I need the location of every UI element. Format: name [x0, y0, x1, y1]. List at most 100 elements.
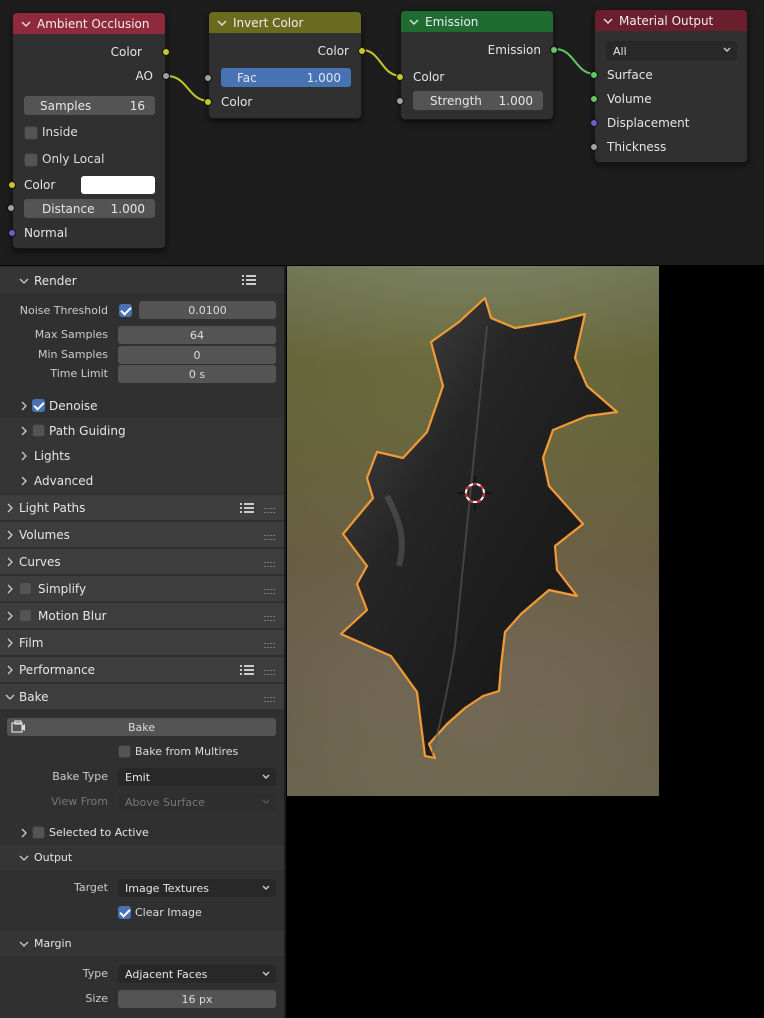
chevron-right-icon	[18, 425, 30, 437]
time-limit-field[interactable]: 0 s	[118, 365, 276, 383]
margin-subpanel-label: Margin	[34, 937, 72, 950]
volumes-panel-header[interactable]: Volumes	[0, 522, 284, 547]
bake-panel-header[interactable]: Bake	[0, 684, 284, 709]
ao-inside-checkbox[interactable]	[24, 126, 38, 140]
ao-normal-socket[interactable]	[8, 229, 16, 237]
path-guiding-subpanel-header[interactable]: Path Guiding	[0, 418, 284, 443]
list-icon[interactable]	[240, 664, 254, 676]
drag-grip-icon[interactable]	[264, 639, 276, 648]
ambient-occlusion-node[interactable]: Ambient Occlusion Color AO Samples 16 In…	[7, 12, 170, 249]
output-subpanel-header[interactable]: Output	[0, 845, 284, 870]
advanced-subpanel-header[interactable]: Advanced	[0, 468, 284, 493]
invert-node-header[interactable]: Invert Color	[209, 12, 361, 33]
margin-subpanel-header[interactable]: Margin	[0, 931, 284, 956]
chevron-right-icon	[18, 450, 30, 462]
drag-grip-icon[interactable]	[264, 585, 276, 594]
path-guiding-checkbox[interactable]	[32, 424, 45, 437]
bake-from-multires-checkbox[interactable]	[118, 745, 131, 758]
max-samples-field[interactable]: 64	[118, 326, 276, 344]
simplify-checkbox[interactable]	[19, 582, 32, 595]
drag-grip-icon[interactable]	[264, 504, 276, 513]
min-samples-field[interactable]: 0	[118, 346, 276, 364]
invert-color-input-socket[interactable]	[204, 98, 212, 106]
output-subpanel-label: Output	[34, 851, 73, 864]
ao-color-input-socket[interactable]	[8, 181, 16, 189]
margin-type-select[interactable]: Adjacent Faces	[118, 965, 276, 983]
noise-threshold-field[interactable]: 0.0100	[139, 301, 276, 319]
invert-fac-socket[interactable]	[204, 74, 212, 82]
ao-node-header[interactable]: Ambient Occlusion	[13, 13, 165, 34]
emission-strength-field[interactable]: Strength 1.000	[413, 91, 543, 110]
properties-panel[interactable]: Render Noise Threshold 0.0100 Max Sample…	[0, 266, 286, 1018]
ao-color-swatch[interactable]	[81, 176, 155, 194]
viewport-canvas[interactable]	[287, 266, 659, 796]
ao-output-color-label: Color	[110, 45, 142, 59]
ao-ao-output-socket[interactable]	[162, 72, 170, 80]
list-icon[interactable]	[242, 274, 256, 286]
motion-blur-panel-header[interactable]: Motion Blur	[0, 603, 284, 628]
chevron-down-icon[interactable]	[603, 16, 613, 26]
margin-size-field[interactable]: 16 px	[118, 990, 276, 1008]
invert-fac-field[interactable]: Fac 1.000	[221, 68, 351, 87]
clear-image-checkbox[interactable]	[118, 906, 131, 919]
emission-node-header[interactable]: Emission	[401, 11, 553, 32]
material-output-header[interactable]: Material Output	[595, 10, 747, 31]
chevron-down-icon[interactable]	[217, 18, 227, 28]
list-icon[interactable]	[240, 502, 254, 514]
material-output-target-select[interactable]: All	[606, 41, 737, 61]
material-output-node[interactable]: Material Output All Surface Volume Displ…	[590, 9, 748, 163]
drag-grip-icon[interactable]	[264, 558, 276, 567]
ao-node-title: Ambient Occlusion	[37, 16, 150, 31]
emission-node[interactable]: Emission Emission Color Strength 1.000	[396, 10, 558, 120]
simplify-panel-header[interactable]: Simplify	[0, 576, 284, 601]
drag-grip-icon[interactable]	[264, 531, 276, 540]
drag-grip-icon[interactable]	[264, 666, 276, 675]
chevron-down-icon	[4, 691, 16, 703]
material-volume-socket[interactable]	[590, 95, 598, 103]
material-surface-socket[interactable]	[590, 71, 598, 79]
material-thickness-socket[interactable]	[590, 143, 598, 151]
curves-panel-header[interactable]: Curves	[0, 549, 284, 574]
chevron-down-icon	[261, 969, 271, 982]
chevron-right-icon	[4, 610, 16, 622]
ao-only-local-checkbox[interactable]	[24, 153, 38, 167]
ao-inside-label: Inside	[42, 125, 78, 139]
emission-strength-value: 1.000	[498, 93, 533, 108]
ao-distance-field[interactable]: Distance 1.000	[7, 199, 155, 218]
ao-distance-socket[interactable]	[7, 204, 15, 212]
emission-color-row: Color	[396, 67, 553, 87]
bake-button[interactable]: Bake	[7, 718, 276, 736]
emission-output-socket[interactable]	[550, 46, 558, 54]
chevron-down-icon[interactable]	[21, 19, 31, 29]
bake-type-select[interactable]: Emit	[118, 768, 276, 786]
invert-color-node[interactable]: Invert Color Color Fac 1.000 Color	[204, 11, 366, 119]
chevron-down-icon[interactable]	[409, 17, 419, 27]
emission-color-socket[interactable]	[396, 73, 404, 81]
invert-color-output-socket[interactable]	[358, 47, 366, 55]
panel-separator	[284, 266, 286, 1018]
ao-color-output-socket[interactable]	[162, 48, 170, 56]
lights-subpanel-header[interactable]: Lights	[0, 443, 284, 468]
render-subpanel-header[interactable]: Render	[0, 268, 284, 293]
target-select[interactable]: Image Textures	[118, 879, 276, 897]
ao-normal-row: Normal	[8, 223, 165, 243]
margin-type-value: Adjacent Faces	[125, 967, 208, 981]
motion-blur-checkbox[interactable]	[19, 609, 32, 622]
selected-to-active-header[interactable]: Selected to Active	[0, 820, 284, 845]
emission-strength-socket[interactable]	[396, 97, 404, 105]
material-displacement-socket[interactable]	[590, 119, 598, 127]
light-paths-panel-header[interactable]: Light Paths	[0, 495, 284, 520]
target-label: Target	[73, 881, 108, 894]
performance-panel-header[interactable]: Performance	[0, 657, 284, 682]
film-panel-header[interactable]: Film	[0, 630, 284, 655]
bake-panel-label: Bake	[19, 689, 49, 704]
denoise-checkbox[interactable]	[32, 399, 45, 412]
selected-to-active-checkbox[interactable]	[32, 826, 45, 839]
drag-grip-icon[interactable]	[264, 612, 276, 621]
denoise-subpanel-header[interactable]: Denoise	[0, 393, 284, 418]
drag-grip-icon[interactable]	[264, 693, 276, 702]
node-editor[interactable]: Ambient Occlusion Color AO Samples 16 In…	[0, 0, 764, 265]
3d-viewport[interactable]	[287, 266, 659, 796]
noise-threshold-checkbox[interactable]	[119, 304, 132, 317]
ao-samples-field[interactable]: Samples 16	[24, 96, 155, 115]
